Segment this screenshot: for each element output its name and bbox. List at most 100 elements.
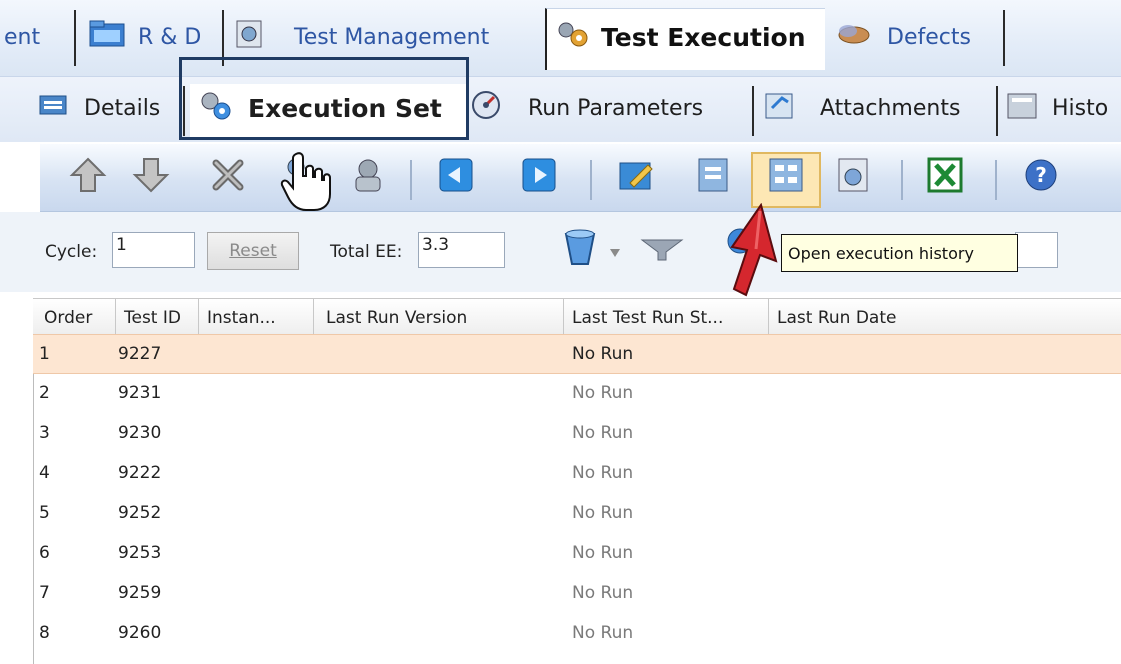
cycle-label: Cycle:: [45, 242, 98, 262]
module-tab-test-execution-label: Test Execution: [601, 22, 806, 52]
column-header-test-id[interactable]: Test ID: [116, 298, 199, 338]
module-tab-partial[interactable]: ent: [4, 8, 40, 66]
cell-order: 7: [39, 583, 50, 603]
module-tab-defects[interactable]: Defects: [833, 8, 971, 66]
cell-order: 3: [39, 423, 50, 443]
cell-last-test-run-status: No Run: [572, 503, 634, 523]
move-down-button[interactable]: [128, 154, 174, 200]
cell-test-id: 9227: [118, 344, 162, 364]
column-header-last-run-version[interactable]: Last Run Version: [314, 298, 564, 338]
table-row[interactable]: 4 9222 No Run: [33, 454, 1121, 494]
gears-icon: [555, 19, 591, 55]
tooltip-text: Open execution history: [788, 243, 974, 263]
tab-separator: [996, 86, 998, 136]
module-tab-test-execution[interactable]: Test Execution: [555, 8, 806, 66]
tab-run-parameters[interactable]: Run Parameters: [470, 76, 703, 140]
folder-icon: [88, 18, 128, 56]
import-icon: [436, 155, 476, 199]
table-row[interactable]: 8 9260 No Run: [33, 614, 1121, 654]
table-row[interactable]: 2 9231 No Run: [33, 374, 1121, 414]
filter-bucket-button[interactable]: [560, 228, 600, 274]
filter-bucket-icon: [560, 229, 600, 274]
cell-last-test-run-status: No Run: [572, 543, 634, 563]
cell-order: 8: [39, 623, 50, 643]
toolbar-separator: [410, 160, 412, 200]
column-header-order[interactable]: Order: [36, 298, 116, 338]
table-row[interactable]: 1 9227 No Run: [33, 334, 1121, 374]
cell-test-id: 9259: [118, 583, 162, 603]
details-icon: [38, 93, 68, 123]
cell-test-id: 9222: [118, 463, 162, 483]
table-row[interactable]: 6 9253 No Run: [33, 534, 1121, 574]
execution-history-tooltip: Open execution history: [781, 234, 1018, 272]
cell-order: 1: [39, 344, 50, 364]
cell-order: 5: [39, 503, 50, 523]
total-ee-label: Total EE:: [330, 242, 403, 262]
tab-separator: [74, 10, 76, 66]
help-button[interactable]: ?: [1018, 154, 1064, 200]
cell-order: 4: [39, 463, 50, 483]
gauge-icon: [470, 89, 502, 127]
export-icon: [519, 155, 559, 199]
cell-last-test-run-status: No Run: [572, 423, 634, 443]
run-automated-button[interactable]: [345, 154, 391, 200]
reset-button-label: Reset: [229, 241, 277, 261]
table-row[interactable]: 3 9230 No Run: [33, 414, 1121, 454]
tab-history[interactable]: Histo: [1004, 76, 1108, 140]
filter-dropdown-button[interactable]: [609, 244, 621, 263]
report-button[interactable]: [690, 154, 736, 200]
move-down-icon: [131, 155, 171, 199]
column-header-last-run-date[interactable]: Last Run Date: [769, 298, 1121, 338]
delete-button[interactable]: [205, 154, 251, 200]
test-plan-icon: [234, 18, 264, 56]
edit-button[interactable]: [613, 154, 659, 200]
tab-separator: [1003, 10, 1005, 66]
toolbar-separator: [995, 160, 997, 200]
red-pointer-arrow-icon: [716, 202, 780, 305]
cell-last-test-run-status: No Run: [572, 583, 634, 603]
tab-attachments-label: Attachments: [820, 95, 961, 121]
bug-icon: [833, 19, 875, 55]
history-icon: [1004, 88, 1040, 128]
total-ee-input[interactable]: 3.3: [418, 232, 505, 268]
toolbar-separator: [901, 160, 903, 200]
svg-text:?: ?: [1035, 163, 1047, 187]
excel-icon: [925, 155, 965, 199]
help-icon: ?: [1021, 155, 1061, 199]
filter-funnel-icon: [640, 239, 684, 266]
table-row[interactable]: 5 9252 No Run: [33, 494, 1121, 534]
chevron-down-icon: [609, 244, 621, 263]
filter-button[interactable]: [640, 238, 684, 266]
tab-details[interactable]: Details: [38, 76, 160, 140]
delete-icon: [208, 155, 248, 199]
move-up-button[interactable]: [65, 154, 111, 200]
cell-order: 6: [39, 543, 50, 563]
execution-history-button[interactable]: [763, 154, 809, 200]
cell-last-test-run-status: No Run: [572, 383, 634, 403]
module-tab-partial-label: ent: [4, 24, 41, 50]
module-tab-defects-label: Defects: [887, 24, 971, 50]
tab-details-label: Details: [84, 95, 161, 121]
table-row[interactable]: 7 9259 No Run: [33, 574, 1121, 614]
tab-separator: [752, 86, 754, 136]
export-button[interactable]: [516, 154, 562, 200]
view-button[interactable]: [830, 154, 876, 200]
module-tab-test-management-label: Test Management: [294, 24, 490, 50]
cell-test-id: 9230: [118, 423, 162, 443]
cell-test-id: 9260: [118, 623, 162, 643]
cell-order: 2: [39, 383, 50, 403]
column-header-instance[interactable]: Instan...: [199, 298, 314, 338]
move-up-icon: [68, 155, 108, 199]
reset-button[interactable]: Reset: [207, 232, 299, 270]
edit-icon: [616, 155, 656, 199]
tab-history-label: Histo: [1052, 95, 1109, 121]
excel-button[interactable]: [922, 154, 968, 200]
import-button[interactable]: [433, 154, 479, 200]
execution-history-icon: [766, 155, 806, 199]
search-input[interactable]: [1015, 232, 1058, 268]
toolbar-separator: [590, 160, 592, 200]
cell-test-id: 9253: [118, 543, 162, 563]
cell-test-id: 9231: [118, 383, 162, 403]
tab-attachments[interactable]: Attachments: [762, 76, 960, 140]
cycle-input[interactable]: 1: [112, 232, 195, 268]
